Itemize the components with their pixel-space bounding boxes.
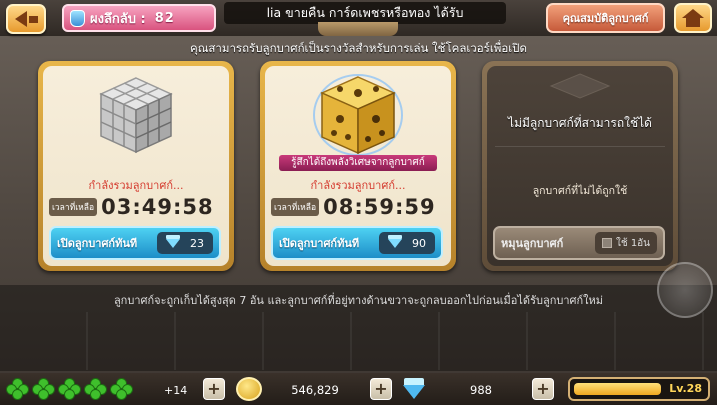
clover-row <box>6 378 134 400</box>
clover-icon <box>58 378 82 400</box>
back-arrow-icon <box>14 11 27 27</box>
gem-icon <box>402 378 426 400</box>
level-progress: Lv.28 <box>568 377 710 401</box>
diamond-icon <box>166 234 180 248</box>
secret-powder-counter: ผงลึกลับ : 82 <box>62 4 216 32</box>
home-button[interactable] <box>674 3 712 33</box>
time-remaining-label: เวลาที่เหลือ <box>271 198 320 216</box>
add-gem-button[interactable]: + <box>532 378 554 400</box>
floating-joystick[interactable] <box>657 262 713 318</box>
open-now-button[interactable]: เปิดลูกบาศก์ทันที 90 <box>271 226 443 260</box>
add-coin-button[interactable]: + <box>370 378 392 400</box>
diamond-icon <box>388 234 402 248</box>
potion-icon <box>70 9 85 27</box>
cost-pill: 23 <box>157 232 213 254</box>
cube-slot-1[interactable]: กำลังรวมลูกบาศก์... เวลาที่เหลือ 03:49:5… <box>38 61 234 271</box>
cube-storage-info: ลูกบาศก์จะถูกเก็บได้สูงสุด 7 อัน และลูกบ… <box>113 294 604 307</box>
silver-cube-icon <box>43 66 229 164</box>
spin-cube-label: หมุนลูกบาศก์ <box>501 237 564 250</box>
gem-balance: 988 <box>470 383 492 397</box>
magic-power-banner: รู้สึกได้ถึงพลังวิเศษจากลูกบาศก์ <box>279 155 437 171</box>
spin-cost: ใช้ 1อัน <box>615 237 651 249</box>
cube-properties-button[interactable]: คุณสมบัติลูกบาศก์ <box>546 3 665 33</box>
faded-cube-icon <box>487 66 673 114</box>
gem-cost: 90 <box>412 236 426 250</box>
spin-cube-button[interactable]: หมุนลูกบาศก์ ใช้ 1อัน <box>493 226 665 260</box>
cost-pill: 90 <box>379 232 435 254</box>
clover-icon <box>32 378 56 400</box>
gem-cost: 23 <box>190 236 204 250</box>
cube-slot-3: ไม่มีลูกบาศก์ที่สามารถใช้ได้ ลูกบาศก์ที่… <box>482 61 678 271</box>
time-remaining-label: เวลาที่เหลือ <box>49 198 98 216</box>
home-icon <box>682 9 704 18</box>
gold-cube-icon <box>265 66 451 164</box>
timer-row: เวลาที่เหลือ 08:59:59 <box>271 193 443 221</box>
unused-cube-label: ลูกบาศก์ที่ไม่ได้ถูกใช้ <box>532 185 628 197</box>
clover-icon <box>84 378 108 400</box>
clover-icon <box>6 378 30 400</box>
title-tab <box>318 22 398 36</box>
back-button[interactable] <box>6 4 46 34</box>
coin-balance: 546,829 <box>291 383 339 397</box>
open-now-label: เปิดลูกบาศก์ทันที <box>57 237 138 250</box>
timer-row: เวลาที่เหลือ 03:49:58 <box>49 193 221 221</box>
countdown-timer: 08:59:59 <box>323 195 436 219</box>
cube-slot-2[interactable]: รู้สึกได้ถึงพลังวิเศษจากลูกบาศก์ กำลังรว… <box>260 61 456 271</box>
secret-powder-value: 82 <box>154 10 175 26</box>
no-cube-message: ไม่มีลูกบาศก์ที่สามารถใช้ได้ <box>508 116 652 130</box>
countdown-timer: 03:49:58 <box>101 195 214 219</box>
page-subtitle: คุณสามารถรับลูกบาศก์เป็นรางวัลสำหรับการเ… <box>190 41 527 55</box>
open-now-button[interactable]: เปิดลูกบาศก์ทันที 23 <box>49 226 221 260</box>
clover-icon <box>110 378 134 400</box>
cube-status: กำลังรวมลูกบาศก์... <box>88 179 184 192</box>
cube-status: กำลังรวมลูกบาศก์... <box>310 179 406 192</box>
level-label: Lv.28 <box>669 382 702 395</box>
xp-fill <box>574 383 661 395</box>
cube-icon <box>601 238 612 248</box>
coin-icon <box>236 377 262 401</box>
secret-powder-label: ผงลึกลับ : <box>90 11 146 27</box>
add-clover-button[interactable]: + <box>203 378 225 400</box>
news-marquee: lia ขายคืน การ์ดเพชรหรือทอง ได้รับ <box>224 2 506 24</box>
spin-cost-pill: ใช้ 1อัน <box>595 232 657 254</box>
clover-extra: +14 <box>164 384 188 397</box>
open-now-label: เปิดลูกบาศก์ทันที <box>279 237 360 250</box>
